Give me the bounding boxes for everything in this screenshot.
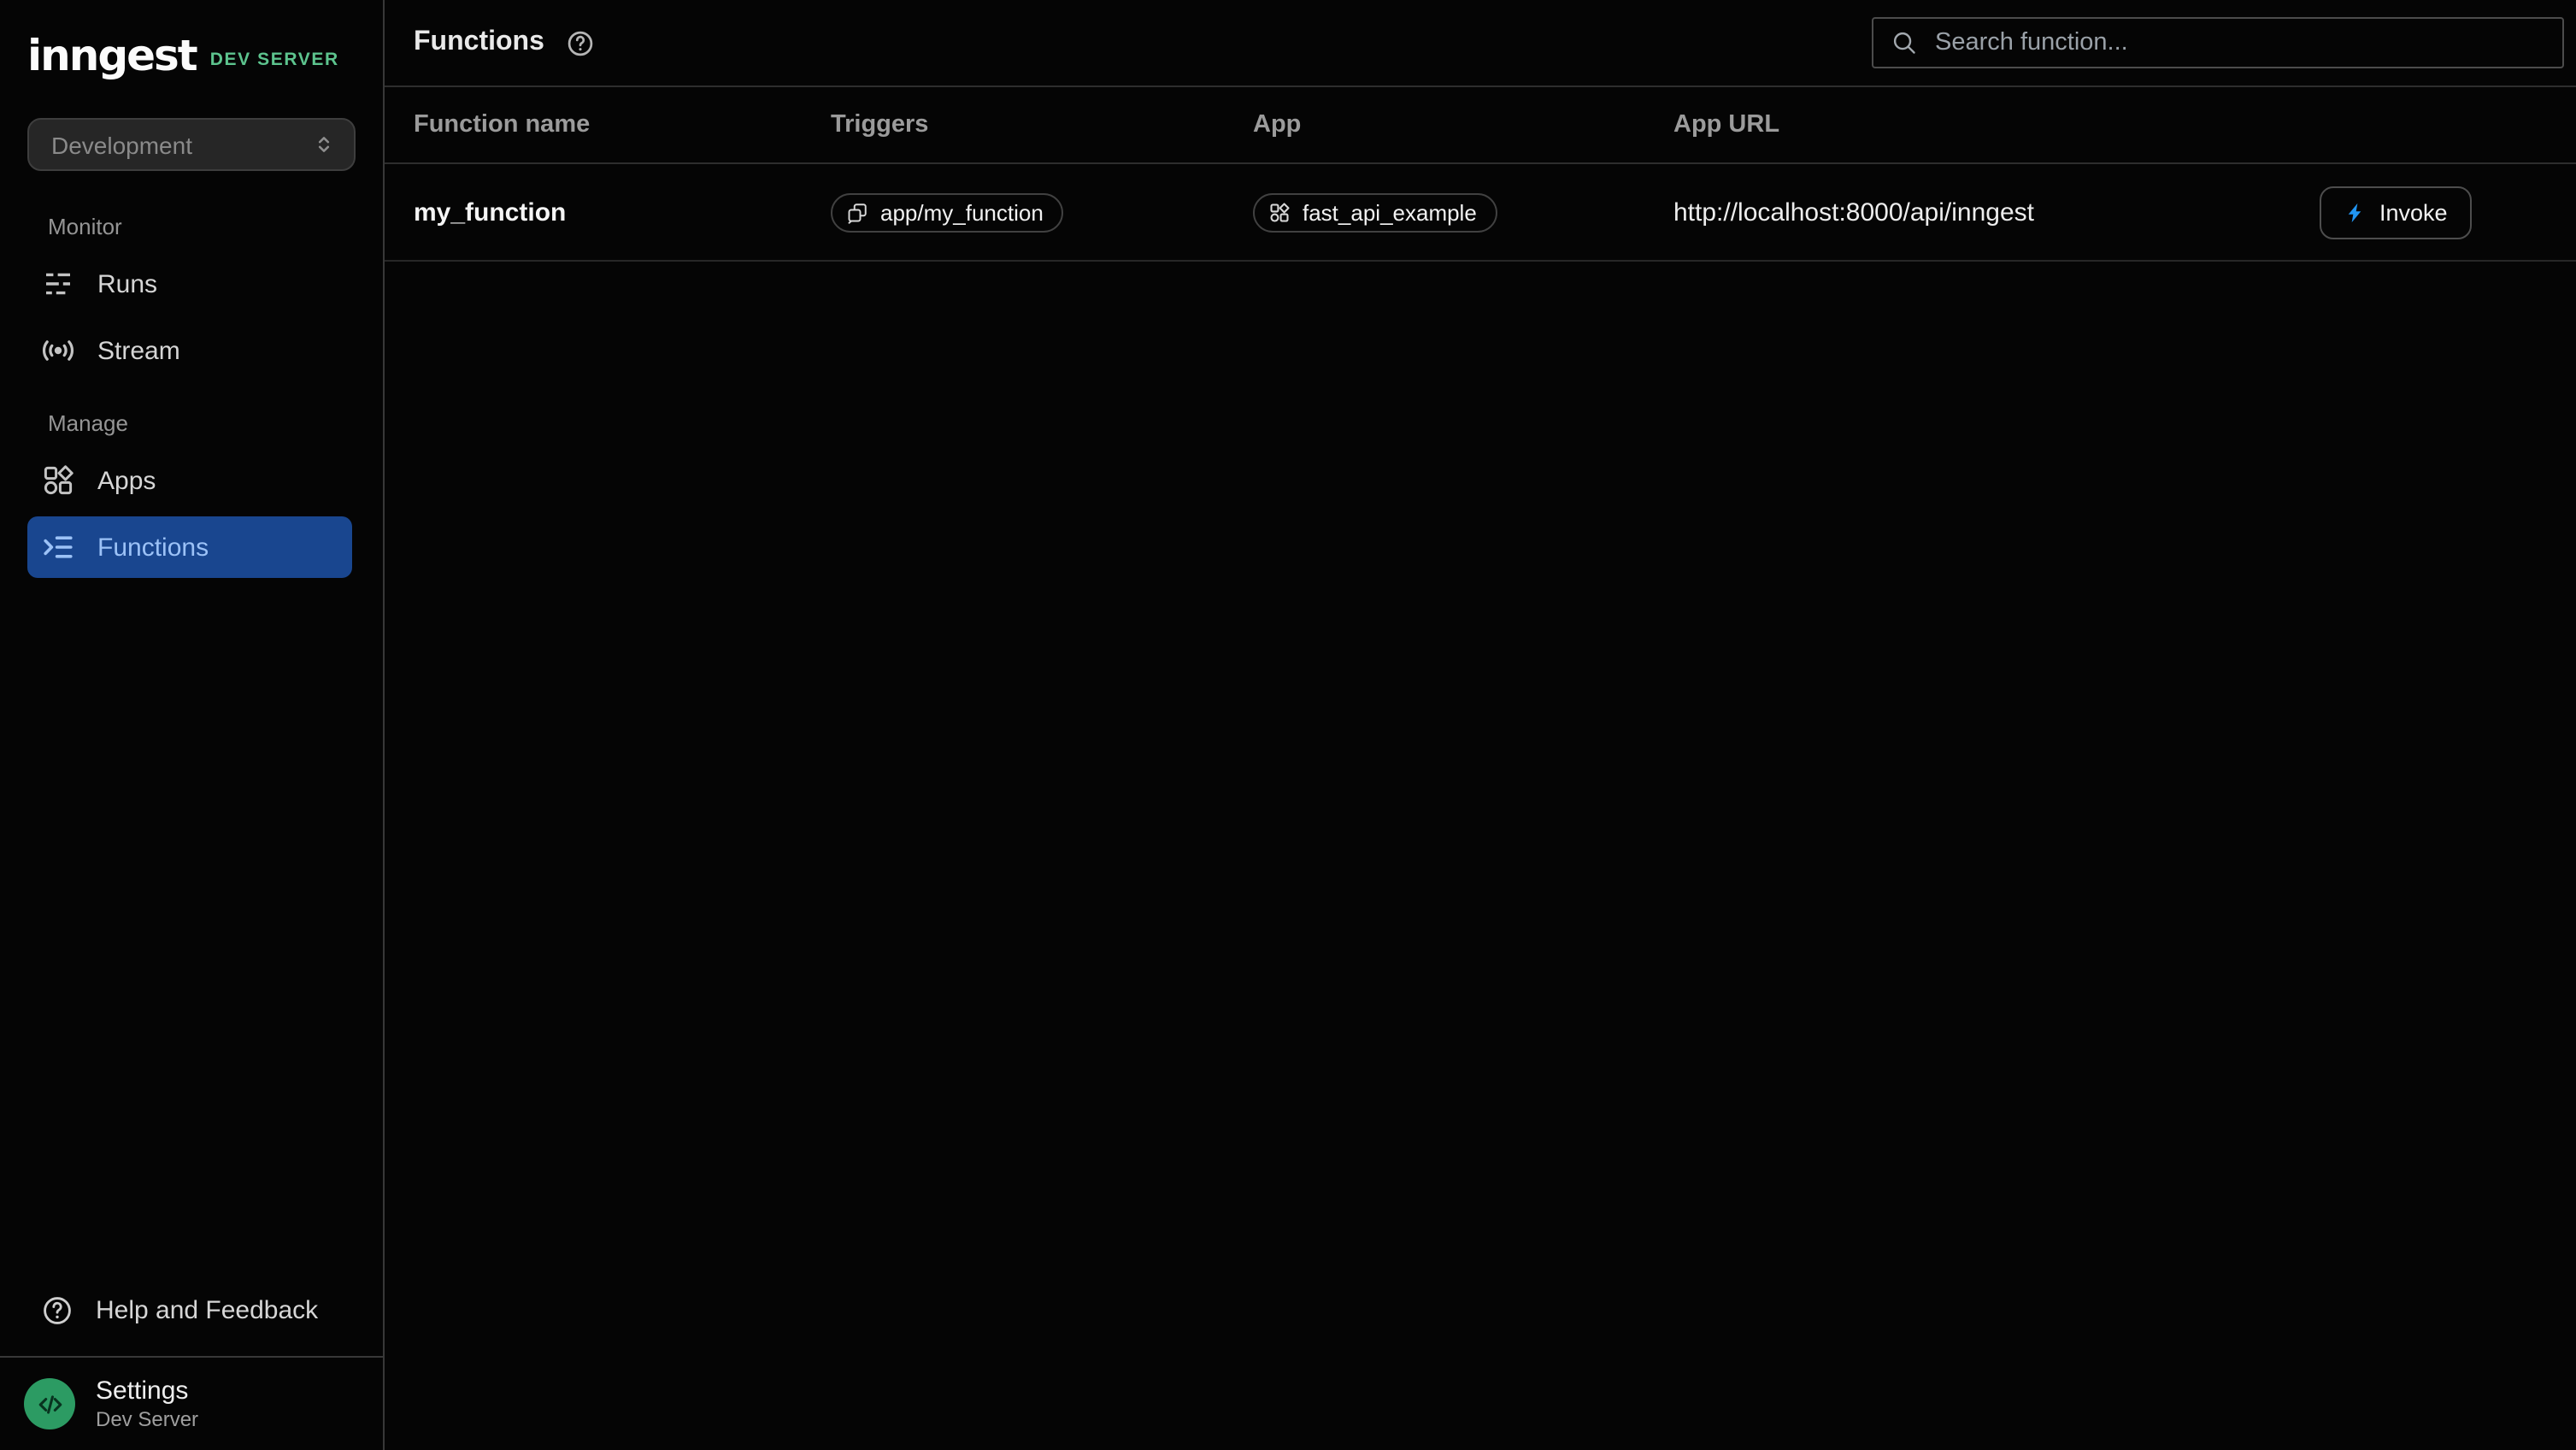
help-and-feedback-button[interactable]: Help and Feedback (27, 1277, 356, 1342)
apps-icon (41, 463, 75, 498)
runs-icon (41, 267, 75, 301)
sidebar-item-stream[interactable]: Stream (27, 320, 352, 381)
sidebar-item-runs[interactable]: Runs (27, 253, 352, 315)
app-badge: fast_api_example (1253, 192, 1497, 232)
sidebar-spacer (0, 583, 383, 1277)
app-url: http://localhost:8000/api/inngest (1673, 197, 2320, 227)
table-row[interactable]: my_function app/my_function (385, 164, 2576, 262)
actions-cell: Invoke (2320, 186, 2576, 239)
page-title: Functions (414, 27, 544, 58)
functions-icon (41, 530, 75, 564)
trigger-badge: app/my_function (831, 192, 1064, 232)
main-content: Functions Function name (385, 0, 2576, 1450)
settings-button[interactable]: Settings Dev Server (0, 1356, 383, 1450)
invoke-button-label: Invoke (2379, 199, 2448, 225)
settings-subtitle: Dev Server (96, 1407, 198, 1431)
function-name: my_function (414, 197, 831, 227)
app-grid-icon (1268, 201, 1291, 223)
unfold-icon (311, 132, 337, 157)
logo: inngest DEV SERVER (0, 0, 383, 77)
column-app-url: App URL (1673, 111, 2320, 139)
invoke-button[interactable]: Invoke (2320, 186, 2472, 239)
trigger-badge-label: app/my_function (880, 199, 1044, 225)
sidebar-item-label: Stream (97, 336, 180, 365)
environment-selector-value: Development (51, 131, 192, 158)
sidebar-nav: Monitor Runs Stream Manage (0, 190, 383, 583)
section-label-manage: Manage (0, 386, 383, 445)
topbar: Functions (385, 0, 2576, 87)
app-window: inngest DEV SERVER Development Monitor R… (0, 0, 2576, 1450)
sidebar-item-functions[interactable]: Functions (27, 516, 352, 578)
page-help-icon[interactable] (567, 28, 596, 57)
environment-selector[interactable]: Development (27, 118, 356, 171)
logo-text: inngest (27, 34, 197, 77)
app-badge-label: fast_api_example (1303, 199, 1477, 225)
dev-server-avatar (24, 1378, 75, 1429)
stream-icon (41, 333, 75, 368)
search-icon (1891, 29, 1918, 56)
column-function-name: Function name (414, 111, 831, 139)
sidebar-item-label: Functions (97, 533, 209, 562)
settings-texts: Settings Dev Server (96, 1376, 198, 1431)
search-function-input[interactable] (1932, 27, 2545, 58)
section-label-monitor: Monitor (0, 190, 383, 248)
search-function-box (1872, 17, 2564, 68)
help-icon (41, 1294, 74, 1326)
sidebar-item-label: Apps (97, 466, 156, 495)
event-icon (846, 201, 868, 223)
bolt-icon (2344, 201, 2366, 223)
settings-title: Settings (96, 1376, 198, 1406)
table-header: Function name Triggers App App URL (385, 87, 2576, 164)
sidebar-item-label: Runs (97, 269, 157, 298)
sidebar-item-apps[interactable]: Apps (27, 450, 352, 511)
column-triggers: Triggers (831, 111, 1253, 139)
triggers-cell: app/my_function (831, 192, 1253, 232)
help-and-feedback-label: Help and Feedback (96, 1295, 318, 1324)
dev-server-badge: DEV SERVER (210, 50, 339, 70)
code-icon (33, 1388, 66, 1420)
app-cell: fast_api_example (1253, 192, 1673, 232)
column-app: App (1253, 111, 1673, 139)
sidebar: inngest DEV SERVER Development Monitor R… (0, 0, 385, 1450)
